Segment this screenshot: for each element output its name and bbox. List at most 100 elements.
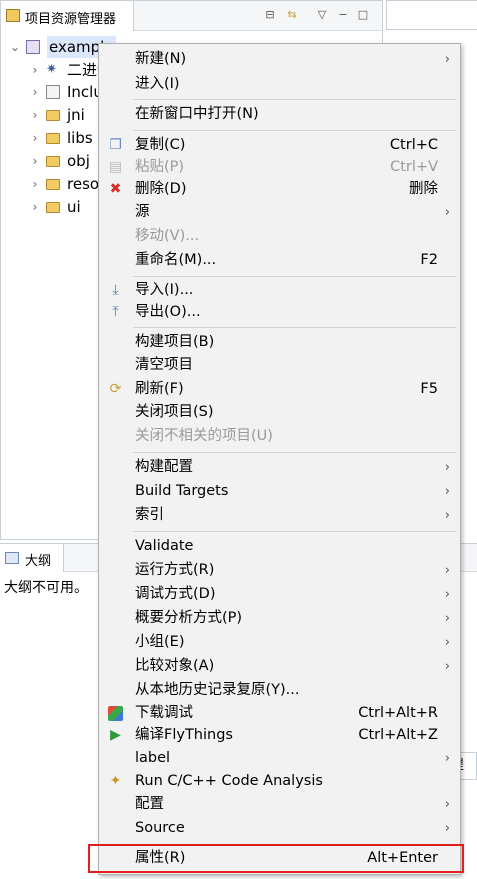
tree-item-ui[interactable]: › ui [29, 196, 109, 218]
menu-item-source-submenu[interactable]: Source › [99, 817, 460, 840]
menu-item-label-submenu[interactable]: label › [99, 747, 460, 770]
editor-area-edge [386, 0, 477, 30]
menu-item-label: 构建配置 [135, 459, 193, 475]
project-explorer-tab[interactable]: 项目资源管理器 [1, 1, 134, 31]
menu-item-label: 关闭不相关的项目(U) [135, 428, 273, 444]
menu-item-shortcut: Ctrl+Alt+Z [358, 727, 438, 743]
menu-item-label: 从本地历史记录复原(Y)... [135, 682, 300, 698]
menu-item-label: 粘贴(P) [135, 159, 185, 175]
tree-item-binaries[interactable]: › ✷ 二进制 [29, 59, 112, 81]
submenu-arrow-icon: › [444, 205, 450, 220]
menu-item-run-code-analysis[interactable]: ✦ Run C/C++ Code Analysis [99, 770, 460, 793]
folder-icon [46, 156, 60, 167]
menu-separator [133, 130, 456, 131]
project-explorer-title: 项目资源管理器 [25, 12, 117, 27]
menu-item-compile-flythings[interactable]: ▶ 编译FlyThings Ctrl+Alt+Z [99, 724, 460, 747]
menu-item-configure[interactable]: 配置 › [99, 793, 460, 816]
chevron-right-icon[interactable]: › [29, 81, 41, 103]
menu-item-export[interactable]: ⤒ 导出(O)... [99, 301, 460, 324]
menu-item-clean-project[interactable]: 清空项目 [99, 354, 460, 377]
menu-item-label: 导入(I)... [135, 282, 194, 298]
menu-item-compare-with[interactable]: 比较对象(A) › [99, 655, 460, 678]
menu-item-label: Run C/C++ Code Analysis [135, 773, 323, 789]
menu-item-validate[interactable]: Validate [99, 535, 460, 558]
menu-item-import[interactable]: ⤓ 导入(I)... [99, 279, 460, 302]
menu-item-label: label [135, 750, 171, 766]
menu-item-label: Source [135, 820, 185, 836]
submenu-arrow-icon: › [444, 751, 450, 766]
menu-separator [133, 452, 456, 453]
menu-item-index[interactable]: 索引 › [99, 504, 460, 527]
copy-icon: ❐ [109, 137, 122, 153]
menu-item-profile-as[interactable]: 概要分析方式(P) › [99, 607, 460, 630]
menu-item-rename[interactable]: 重命名(M)... F2 [99, 249, 460, 272]
menu-item-open-in-new-window[interactable]: 在新窗口中打开(N) [99, 103, 460, 126]
tree-item-label: jni [67, 106, 85, 124]
menu-item-shortcut: Ctrl+V [390, 159, 438, 175]
tree-item-includes[interactable]: › Includ [29, 81, 113, 103]
menu-item-label: 编译FlyThings [135, 727, 233, 743]
chevron-right-icon[interactable]: › [29, 196, 41, 218]
menu-item-run-as[interactable]: 运行方式(R) › [99, 559, 460, 582]
menu-item-source[interactable]: 源 › [99, 201, 460, 224]
import-icon: ⤓ [112, 282, 119, 298]
chevron-right-icon[interactable]: › [29, 173, 41, 195]
submenu-arrow-icon: › [444, 587, 450, 602]
menu-item-shortcut: Ctrl+Alt+R [358, 705, 438, 721]
folder-icon [46, 179, 60, 190]
submenu-arrow-icon: › [444, 563, 450, 578]
folder-icon [46, 110, 60, 121]
menu-item-copy[interactable]: ❐ 复制(C) Ctrl+C [99, 134, 460, 157]
expand-chevron-down-icon[interactable]: ⌄ [9, 36, 21, 58]
play-icon: ▶ [110, 727, 121, 743]
chevron-right-icon[interactable]: › [29, 104, 41, 126]
menu-item-team[interactable]: 小组(E) › [99, 631, 460, 654]
context-menu: 新建(N) › 进入(I) 在新窗口中打开(N) ❐ 复制(C) Ctrl+C ▤ 粘贴… [98, 43, 461, 875]
menu-item-shortcut: Ctrl+C [389, 137, 438, 153]
c-project-icon [26, 40, 40, 54]
menu-item-label: 刷新(F) [135, 381, 184, 397]
menu-item-label: 概要分析方式(P) [135, 610, 243, 626]
tree-item-obj[interactable]: › obj [29, 150, 109, 172]
menu-separator [133, 99, 456, 100]
minimize-icon[interactable]: − [336, 8, 350, 22]
submenu-arrow-icon: › [444, 635, 450, 650]
menu-item-build-targets[interactable]: Build Targets › [99, 480, 460, 503]
menu-item-close-unrelated-projects[interactable]: 关闭不相关的项目(U) [99, 425, 460, 448]
menu-item-debug-as[interactable]: 调试方式(D) › [99, 583, 460, 606]
menu-item-new[interactable]: 新建(N) › [99, 48, 460, 71]
menu-item-shortcut: F2 [420, 252, 438, 268]
chevron-right-icon[interactable]: › [29, 150, 41, 172]
tree-item-resources[interactable]: › resou [29, 173, 109, 195]
collapse-all-icon[interactable]: ⊟ [263, 8, 277, 22]
menu-item-label: 配置 [135, 796, 164, 812]
menu-item-close-project[interactable]: 关闭项目(S) [99, 401, 460, 424]
tree-item-jni[interactable]: › jni [29, 104, 109, 126]
chevron-right-icon[interactable]: › [29, 127, 41, 149]
outline-title: 大纲 [25, 554, 52, 569]
menu-item-paste[interactable]: ▤ 粘贴(P) Ctrl+V [99, 156, 460, 179]
tree-item-label: ui [67, 198, 81, 216]
menu-item-refresh[interactable]: ⟳ 刷新(F) F5 [99, 378, 460, 401]
menu-item-download-debug[interactable]: 下载调试 Ctrl+Alt+R [99, 702, 460, 725]
menu-item-go-into[interactable]: 进入(I) [99, 73, 460, 96]
maximize-icon[interactable]: □ [356, 8, 370, 22]
submenu-arrow-icon: › [444, 821, 450, 836]
menu-item-restore-from-local-history[interactable]: 从本地历史记录复原(Y)... [99, 679, 460, 702]
tree-item-libs[interactable]: › libs [29, 127, 109, 149]
menu-item-label: 运行方式(R) [135, 562, 215, 578]
submenu-arrow-icon: › [444, 508, 450, 523]
menu-item-build-configurations[interactable]: 构建配置 › [99, 456, 460, 479]
code-analysis-icon: ✦ [109, 773, 122, 789]
menu-item-label: 复制(C) [135, 137, 186, 153]
menu-item-delete[interactable]: ✖ 删除(D) 删除 [99, 178, 460, 201]
outline-tab[interactable]: 大纲 [0, 544, 64, 572]
menu-item-label: 移动(V)... [135, 228, 200, 244]
chevron-right-icon[interactable]: › [29, 59, 41, 81]
menu-item-build-project[interactable]: 构建项目(B) [99, 331, 460, 354]
view-menu-chevron-down-icon[interactable]: ▽ [315, 8, 329, 22]
link-with-editor-icon[interactable]: ⇆ [285, 8, 299, 22]
submenu-arrow-icon: › [444, 611, 450, 626]
menu-item-label: 源 [135, 204, 150, 220]
menu-item-move[interactable]: 移动(V)... [99, 225, 460, 248]
